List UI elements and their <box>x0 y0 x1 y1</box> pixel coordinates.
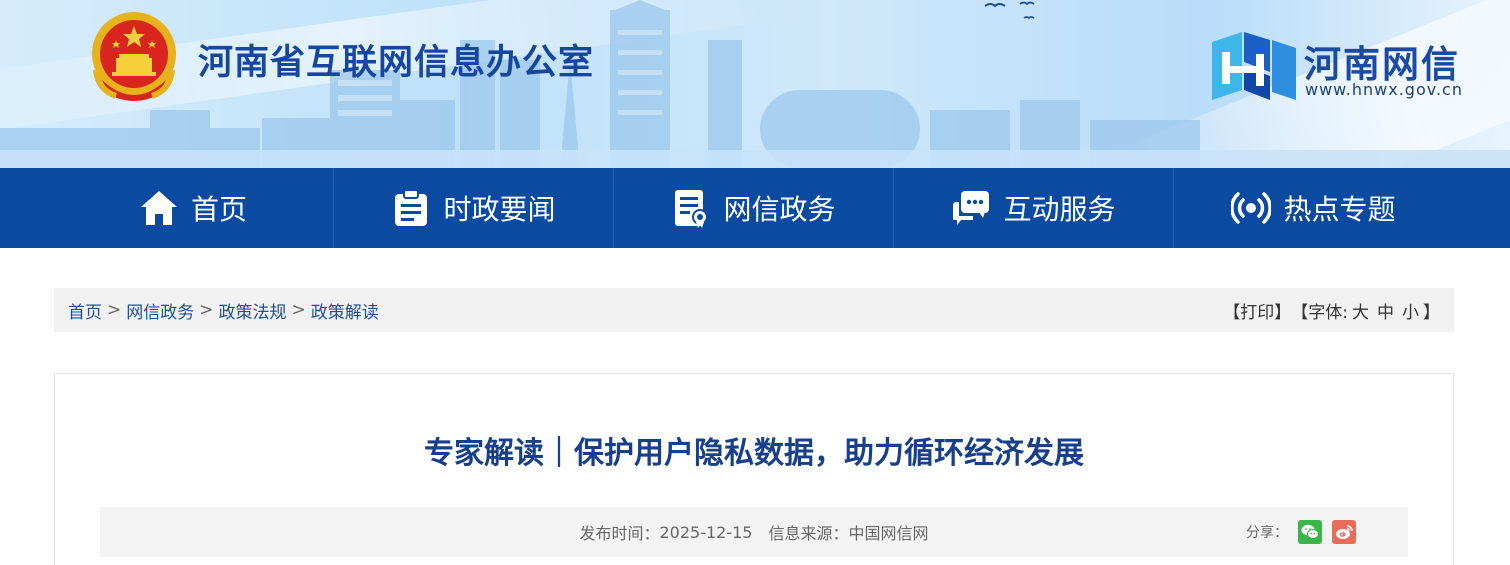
print-button[interactable]: 【打印】 <box>1223 298 1291 323</box>
share-label: 分享： <box>1246 525 1288 541</box>
broadcast-icon <box>1231 192 1272 224</box>
nav-label: 互动服务 <box>1003 193 1116 226</box>
share-group: 分享： <box>1246 507 1356 557</box>
hnwx-logo-icon[interactable] <box>1212 32 1296 100</box>
site-title: 河南省互联网信息办公室 <box>198 43 595 83</box>
article-title: 专家解读｜保护用户隐私数据，助力循环经济发展 <box>424 436 1084 471</box>
birds-decoration <box>984 1 1035 20</box>
home-icon <box>140 191 177 225</box>
clipboard-icon <box>395 189 428 226</box>
font-small-button[interactable]: 小 <box>1402 298 1419 323</box>
font-size-suffix: 】 <box>1423 302 1440 323</box>
article-meta: 发布时间： 2025-12-15 信息来源： 中国网信网 <box>100 507 1408 557</box>
main-nav: 首页 时政要闻 网信政务 互动服务 热点专题 <box>0 168 1510 248</box>
breadcrumb-item-home[interactable]: 首页 <box>68 298 102 323</box>
source-label: 信息来源： <box>768 524 849 543</box>
nav-label: 首页 <box>190 193 247 226</box>
national-emblem-icon <box>92 12 176 101</box>
nav-item-topics[interactable]: 热点专题 <box>1173 168 1453 248</box>
nav-items: 首页 时政要闻 网信政务 互动服务 热点专题 <box>53 168 1453 248</box>
breadcrumb-separator: > <box>107 300 122 320</box>
nav-item-news[interactable]: 时政要闻 <box>333 168 613 248</box>
share-wechat-button[interactable] <box>1298 520 1322 544</box>
publish-label: 发布时间： <box>579 524 660 543</box>
share-weibo-button[interactable] <box>1332 520 1356 544</box>
article-card: 专家解读｜保护用户隐私数据，助力循环经济发展 发布时间： 2025-12-15 … <box>54 373 1454 565</box>
nav-item-home[interactable]: 首页 <box>53 168 333 248</box>
breadcrumb-separator: > <box>199 300 214 320</box>
article-meta-bar: 发布时间： 2025-12-15 信息来源： 中国网信网 分享： <box>100 507 1408 557</box>
header-banner: 河南省互联网信息办公室 河南网信 www.hnwx.gov.cn <box>0 0 1510 168</box>
publish-date: 2025-12-15 <box>659 522 753 542</box>
breadcrumb-separator: > <box>291 300 306 320</box>
weibo-icon <box>1336 525 1353 539</box>
page-tools: 【打印】 【字体: 大 中 小 】 <box>1223 298 1440 323</box>
chat-bubbles-icon <box>953 191 990 225</box>
nav-item-affairs[interactable]: 网信政务 <box>613 168 893 248</box>
font-medium-button[interactable]: 中 <box>1377 298 1394 323</box>
breadcrumb-item-affairs[interactable]: 网信政务 <box>126 298 194 323</box>
logo-url[interactable]: www.hnwx.gov.cn <box>1305 80 1463 99</box>
nav-item-interaction[interactable]: 互动服务 <box>893 168 1173 248</box>
source-value: 中国网信网 <box>848 524 929 543</box>
breadcrumb-bar: 首页 > 网信政务 > 政策法规 > 政策解读 【打印】 【字体: 大 中 小 … <box>54 288 1454 332</box>
font-large-button[interactable]: 大 <box>1352 298 1369 323</box>
breadcrumb-item-policy[interactable]: 政策法规 <box>219 298 287 323</box>
nav-label: 网信政务 <box>723 193 836 226</box>
font-size-label: 【字体: <box>1291 302 1348 323</box>
breadcrumb-item-interpretation[interactable]: 政策解读 <box>311 298 379 323</box>
wechat-icon <box>1301 524 1319 539</box>
nav-label: 热点专题 <box>1283 193 1396 226</box>
nav-label: 时政要闻 <box>443 193 556 226</box>
document-badge-icon <box>675 190 709 228</box>
breadcrumb: 首页 > 网信政务 > 政策法规 > 政策解读 <box>68 298 379 323</box>
